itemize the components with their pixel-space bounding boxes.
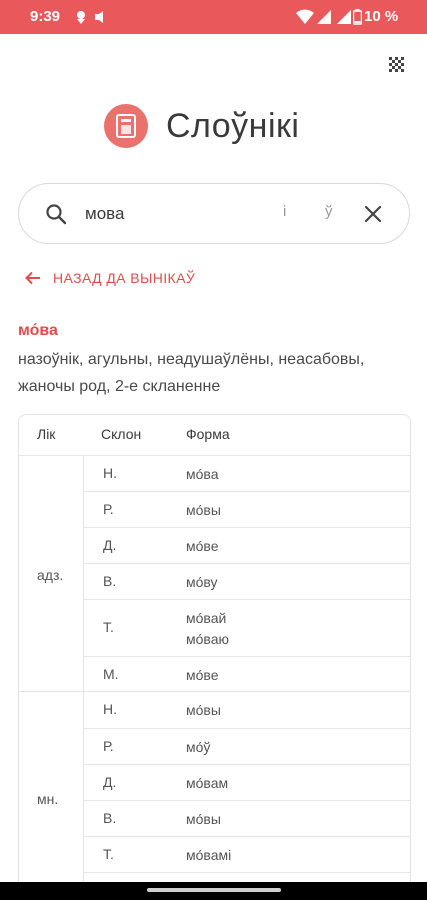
arrow-left-icon <box>25 271 40 285</box>
key-u-button[interactable]: ў <box>325 203 333 220</box>
table-row: Н. мо́ва <box>83 455 410 491</box>
status-time: 9:39 <box>30 8 61 25</box>
table-row: Т. мо́вай мо́ваю <box>83 599 410 656</box>
header-form: Форма <box>186 426 230 442</box>
case-cell: Т. <box>103 846 114 862</box>
word-grammar-description: назоўнік, агульны, неадушаўлёны, неасабо… <box>18 351 365 395</box>
case-cell: Н. <box>103 465 117 481</box>
battery-icon <box>352 9 363 30</box>
sound-icon <box>94 9 108 30</box>
form-cell: мо́вамі <box>186 847 232 863</box>
status-bar: 9:39 10 % <box>0 0 427 34</box>
key-i-button[interactable]: і <box>283 203 286 220</box>
table-row: Н. мо́вы <box>83 692 410 728</box>
location-icon <box>74 9 88 30</box>
table-row: Д. мо́вам <box>83 764 410 800</box>
form-cell: мо́ве <box>186 667 219 683</box>
signal-icon <box>316 9 332 30</box>
header-number: Лік <box>37 426 56 442</box>
back-to-results-link[interactable]: НАЗАД ДА ВЫНІКАЎ <box>25 270 195 286</box>
battery-percent: 10 % <box>364 8 399 25</box>
system-nav-bar <box>0 882 427 900</box>
form-cell: мо́ў <box>186 739 211 755</box>
back-link-label: НАЗАД ДА ВЫНІКАЎ <box>53 270 196 286</box>
form-cell: мо́ву <box>186 574 218 590</box>
table-row: М. мо́ве <box>83 656 410 691</box>
case-cell: Р. <box>103 501 114 517</box>
search-input[interactable] <box>85 201 265 227</box>
clear-search-button[interactable] <box>362 203 384 230</box>
form-cell: мо́вы <box>186 502 221 518</box>
form-cell: мо́ваю <box>186 631 229 647</box>
app-header: Слоўнікі <box>104 103 299 149</box>
table-row: В. мо́вы <box>83 800 410 836</box>
app-title: Слоўнікі <box>166 106 300 145</box>
form-cell: мо́вам <box>186 775 229 791</box>
case-cell: Д. <box>103 537 117 553</box>
case-cell: В. <box>103 810 117 826</box>
home-handle[interactable] <box>147 888 281 892</box>
dictionary-logo-icon <box>104 104 148 148</box>
table-row: Р. мо́вы <box>83 491 410 527</box>
grid-menu-button[interactable] <box>384 52 408 76</box>
header-case: Склон <box>101 426 142 442</box>
group-label-plural: мн. <box>37 791 59 807</box>
case-cell: Д. <box>103 774 117 790</box>
wifi-icon <box>296 9 314 30</box>
grid-menu-icon <box>389 57 404 72</box>
close-icon <box>364 205 382 223</box>
case-cell: Р. <box>103 738 114 754</box>
case-cell: М. <box>103 666 119 682</box>
declension-table: Лік Склон Форма адз. Н. мо́ва Р. мо́вы Д… <box>18 414 411 894</box>
word-headword: мо́ва <box>18 322 58 339</box>
search-box: і ў <box>18 183 410 244</box>
form-cell: мо́вы <box>186 811 221 827</box>
case-cell: В. <box>103 573 117 589</box>
signal2-icon <box>336 9 352 30</box>
form-cell: мо́вай <box>186 610 227 626</box>
form-cell: мо́вы <box>186 702 221 718</box>
case-cell: Т. <box>103 619 114 635</box>
table-row: Д. мо́ве <box>83 527 410 563</box>
table-row: В. мо́ву <box>83 563 410 599</box>
form-cell: мо́ва <box>186 466 219 482</box>
case-cell: Н. <box>103 701 117 717</box>
table-row: Р. мо́ў <box>83 728 410 764</box>
search-icon <box>45 203 67 230</box>
group-label-singular: адз. <box>37 567 64 583</box>
form-cell: мо́ве <box>186 538 219 554</box>
table-row: Т. мо́вамі <box>83 836 410 872</box>
